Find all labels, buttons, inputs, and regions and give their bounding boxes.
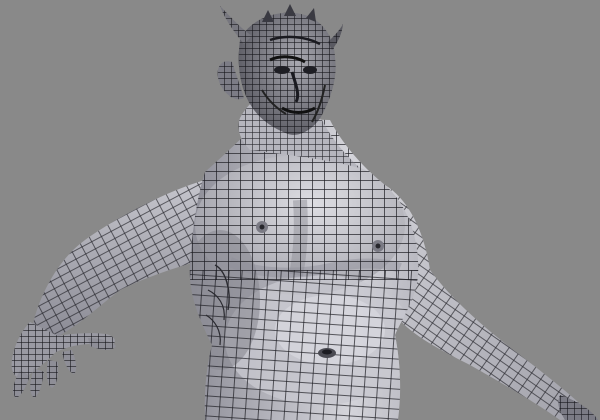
right-arm [385,185,598,420]
left-hand [11,322,116,398]
left-arm [33,180,208,340]
3d-viewport[interactable] [0,0,600,420]
model-render [11,4,598,420]
